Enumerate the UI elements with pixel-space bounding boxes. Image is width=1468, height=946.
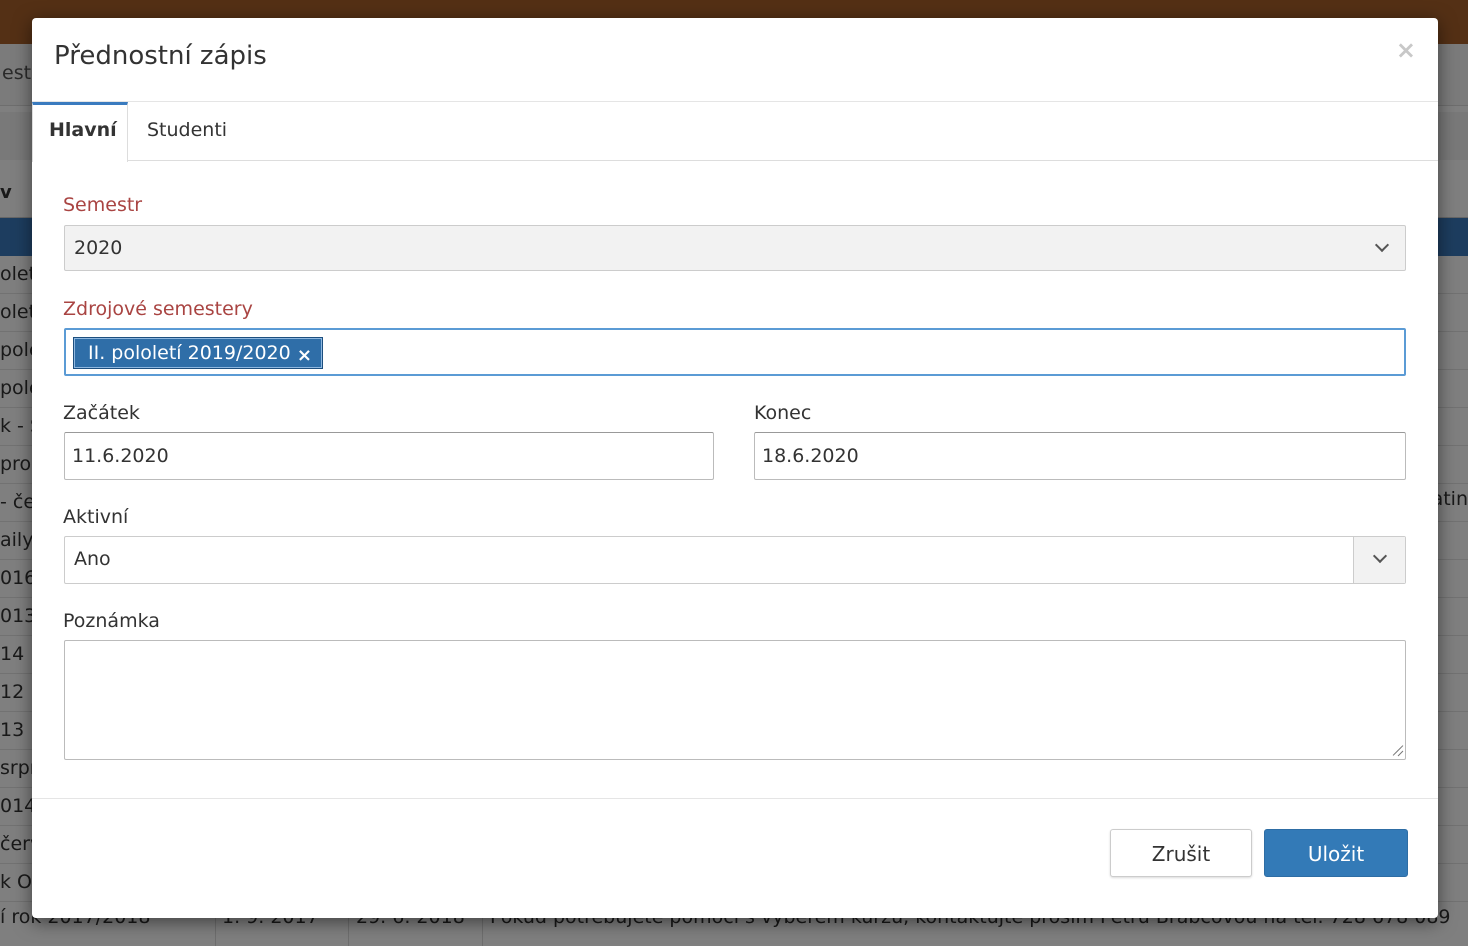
konec-label: Konec <box>754 402 812 424</box>
dialog-title: Přednostní zápis <box>54 41 267 71</box>
zdrojove-label: Zdrojové semestery <box>63 298 253 320</box>
aktivni-label: Aktivní <box>63 506 129 528</box>
resize-handle-icon[interactable] <box>1389 743 1403 757</box>
tag-label: II. pololetí 2019/2020 <box>88 342 291 364</box>
konec-input[interactable]: 18.6.2020 <box>754 432 1406 480</box>
zacatek-input[interactable]: 11.6.2020 <box>64 432 714 480</box>
semestr-label: Semestr <box>63 194 143 216</box>
aktivni-select[interactable]: Ano <box>64 536 1406 584</box>
chevron-down-icon <box>1372 548 1388 564</box>
tab-hlavni[interactable]: Hlavní <box>32 102 128 162</box>
zdrojove-multiselect[interactable]: II. pololetí 2019/2020 × <box>64 328 1406 376</box>
aktivni-value: Ano <box>74 548 111 570</box>
semestr-value: 2020 <box>74 237 123 259</box>
zacatek-label: Začátek <box>63 402 140 424</box>
chevron-down-icon <box>1374 237 1390 253</box>
poznamka-label: Poznámka <box>63 610 160 632</box>
save-button[interactable]: Uložit <box>1264 829 1408 877</box>
remove-tag-icon[interactable]: × <box>297 345 312 366</box>
selected-tag: II. pololetí 2019/2020 × <box>73 337 323 369</box>
poznamka-textarea[interactable] <box>64 640 1406 760</box>
close-icon[interactable]: × <box>1396 38 1416 62</box>
priority-enrollment-dialog: Přednostní zápis × Hlavní Studenti Semes… <box>32 18 1438 918</box>
cancel-button[interactable]: Zrušit <box>1110 829 1252 877</box>
dialog-footer: Zrušit Uložit <box>32 798 1438 918</box>
dialog-header: Přednostní zápis × <box>32 18 1438 102</box>
tab-studenti[interactable]: Studenti <box>131 102 243 161</box>
select-addon <box>1353 537 1405 583</box>
dialog-tabs: Hlavní Studenti <box>32 102 1438 162</box>
semestr-select[interactable]: 2020 <box>64 225 1406 271</box>
